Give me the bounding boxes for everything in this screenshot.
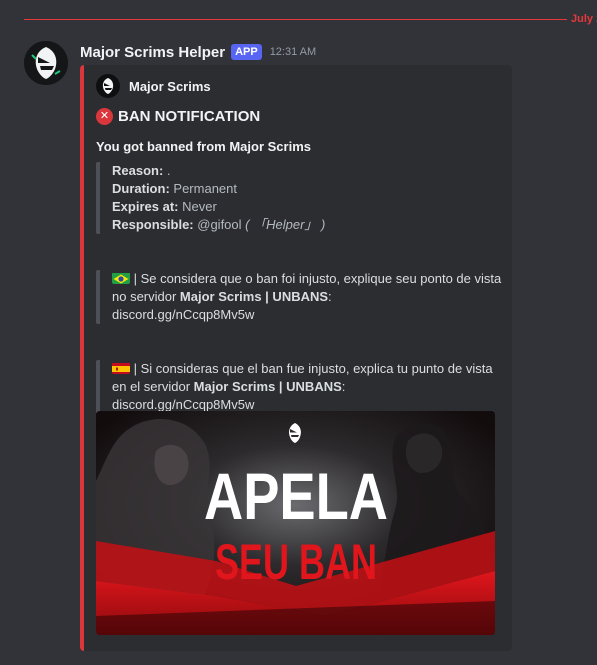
spanish-quote: | Si consideras que el ban fue injusto, … — [96, 360, 504, 414]
author-icon — [96, 74, 120, 98]
title-text: BAN NOTIFICATION — [118, 108, 261, 125]
embed-author: Major Scrims — [96, 74, 211, 98]
appeal-banner-art: APELA SEU BAN — [96, 411, 495, 635]
es-colon: : — [341, 379, 346, 394]
bot-avatar[interactable] — [24, 41, 68, 85]
responsible-row: Responsible: @gifool ( 「Helper」 ) — [112, 216, 504, 234]
expires-label: Expires at: — [112, 199, 179, 214]
ban-embed: Major Scrims ✕ BAN NOTIFICATION You got … — [80, 65, 512, 651]
timestamp[interactable]: 12:31 AM — [270, 46, 316, 58]
spain-flag-icon — [112, 362, 130, 374]
pt-server: Major Scrims | UNBANS — [179, 289, 329, 304]
embed-title: ✕ BAN NOTIFICATION — [96, 108, 260, 125]
x-icon: ✕ — [96, 108, 113, 125]
embed-description: You got banned from Major Scrims Reason:… — [96, 138, 504, 414]
author-name: Major Scrims — [129, 78, 211, 94]
duration-label: Duration: — [112, 181, 170, 196]
ban-details-quote: Reason: . Duration: Permanent Expires at… — [96, 162, 504, 234]
reason-label: Reason: — [112, 163, 164, 178]
pt-invite-link[interactable]: discord.gg/nCcqp8Mv5w — [112, 307, 254, 322]
responsible-role: ( 「Helper」 ) — [245, 217, 326, 232]
portuguese-quote: | Se considera que o ban foi injusto, ex… — [96, 270, 504, 324]
es-invite-link[interactable]: discord.gg/nCcqp8Mv5w — [112, 397, 254, 412]
username[interactable]: Major Scrims Helper — [80, 44, 225, 61]
expires-value: Never — [182, 199, 217, 214]
banner-headline-line2: SEU BAN — [215, 534, 377, 590]
reason-value: . — [166, 163, 171, 178]
divider-line — [24, 19, 597, 20]
app-badge: APP — [231, 44, 262, 60]
message-header: Major Scrims Helper APP 12:31 AM — [80, 42, 316, 62]
pt-colon: : — [328, 289, 332, 304]
duration-value: Permanent — [173, 181, 237, 196]
embed-subtitle: You got banned from Major Scrims — [96, 139, 312, 154]
es-server: Major Scrims | UNBANS — [193, 379, 342, 394]
reason-row: Reason: . — [112, 162, 504, 180]
responsible-label: Responsible: — [112, 217, 194, 232]
banner-headline-line1: APELA — [204, 459, 388, 533]
brazil-flag-icon — [112, 272, 130, 284]
bot-logo-icon — [24, 41, 68, 85]
duration-row: Duration: Permanent — [112, 180, 504, 198]
divider-date: July 2 — [567, 12, 597, 26]
expires-row: Expires at: Never — [112, 198, 504, 216]
responsible-value[interactable]: @gifool — [197, 217, 241, 232]
appeal-banner-image[interactable]: APELA SEU BAN — [96, 411, 495, 635]
